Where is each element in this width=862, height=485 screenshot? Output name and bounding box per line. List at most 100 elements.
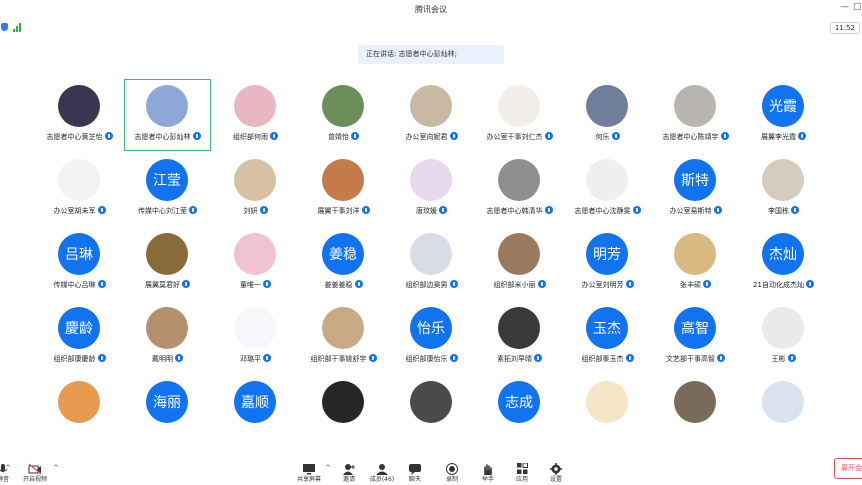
participant-name-text: 组织部康慶龄 [53, 355, 96, 363]
participant-name-text: 21自动化成杰灿 [753, 281, 804, 289]
participant-tile[interactable]: 展翼莫君好 [124, 227, 211, 299]
participant-name: 姜姜姜稳 [300, 280, 387, 290]
participant-tile[interactable]: 志愿者中心陈靖宇 [652, 79, 739, 151]
participant-tile[interactable]: 素拓刘早晴 [476, 301, 563, 373]
participant-tile[interactable] [388, 375, 475, 439]
participant-tile[interactable]: 唐玟媛 [388, 153, 475, 225]
share-screen-icon [302, 460, 316, 475]
participant-tile[interactable]: 光霞 展翼李光霞 [740, 79, 827, 151]
participant-tile[interactable]: 张丰硕 [652, 227, 739, 299]
network-signal-icon[interactable] [13, 23, 23, 32]
participant-tile[interactable]: 玉杰 组织部秦玉杰 [564, 301, 651, 373]
video-button[interactable]: 开启视频 [18, 456, 52, 485]
participant-tile[interactable]: 刘妍 [212, 153, 299, 225]
participant-name: 组织部秦玉杰 [564, 354, 651, 364]
participant-name: 志愿者中心彭灿林 [124, 132, 211, 142]
participant-tile[interactable]: 吕琳 传媒中心吕琳 [36, 227, 123, 299]
microphone-icon [263, 280, 271, 288]
maximize-button[interactable]: □ [853, 2, 862, 12]
participant-tile[interactable]: 海丽 [124, 375, 211, 439]
apps-button[interactable]: 应用 [505, 456, 539, 485]
invite-button[interactable]: 邀请 [332, 456, 366, 485]
microphone-icon [720, 132, 729, 140]
avatar: 明芳 [586, 233, 628, 275]
participant-tile[interactable]: 董唯一 [212, 227, 299, 299]
participant-tile[interactable]: 办公室向妮君 [388, 79, 475, 151]
participant-tile[interactable]: 姜稳 姜姜姜稳 [300, 227, 387, 299]
participant-tile[interactable]: 组织部干事姚舒宇 [300, 301, 387, 373]
participant-name-text: 刘妍 [243, 207, 258, 215]
participant-tile[interactable]: 曾婧怡 [300, 79, 387, 151]
avatar [586, 159, 628, 201]
microphone-icon [270, 132, 278, 140]
share-options-caret-icon[interactable]: ^ [325, 464, 331, 472]
avatar [322, 85, 364, 127]
microphone-icon [625, 354, 634, 362]
participant-tile[interactable]: 何乐 [564, 79, 651, 151]
participant-name-text: 办公室易斯特 [669, 207, 712, 215]
raise-hand-button[interactable]: 举手 [471, 456, 505, 485]
participant-tile[interactable]: 邓璐平 [212, 301, 299, 373]
microphone-icon [175, 354, 183, 362]
participant-tile[interactable] [740, 375, 827, 439]
participant-name-text: 办公室胡未军 [53, 207, 96, 215]
participant-tile[interactable]: 戴明明 [124, 301, 211, 373]
raise-hand-label: 举手 [481, 476, 494, 483]
avatar: 高智 [674, 307, 716, 349]
participant-tile[interactable]: 怡乐 组织部康怡乐 [388, 301, 475, 373]
participant-tile[interactable]: 李国栋 [740, 153, 827, 225]
participant-tile[interactable]: 志愿者中心彭灿林 [124, 79, 211, 151]
participant-tile[interactable]: 志愿者中心黄芝怡 [36, 79, 123, 151]
record-icon [445, 460, 459, 475]
avatar [586, 381, 628, 423]
participant-tile[interactable]: 慶龄组织部康慶龄 [36, 301, 123, 373]
members-button[interactable]: 成员(46) [365, 456, 399, 485]
participant-tile[interactable]: 组织部边昊男 [388, 227, 475, 299]
participant-name: 何乐 [564, 132, 651, 142]
participant-tile[interactable]: 办公室干事刘仁杰 [476, 79, 563, 151]
participant-name: 邓璐平 [212, 354, 299, 364]
mute-options-caret-icon[interactable]: ^ [5, 464, 11, 472]
participant-tile[interactable]: 志成 [476, 375, 563, 439]
minimize-button[interactable]: — [840, 2, 849, 12]
add-user-icon [342, 460, 356, 475]
video-options-caret-icon[interactable]: ^ [53, 464, 59, 472]
participant-tile[interactable]: 组织部米小丽 [476, 227, 563, 299]
participant-tile[interactable]: 明芳 办公室刘明芳 [564, 227, 651, 299]
participant-tile[interactable]: 杰灿 21自动化成杰灿 [740, 227, 827, 299]
participant-name-text: 何乐 [595, 133, 610, 141]
record-button[interactable]: 录制 [435, 456, 469, 485]
participant-name: 组织部米小丽 [476, 280, 563, 290]
participant-tile[interactable]: 办公室胡未军 [36, 153, 123, 225]
chat-button[interactable]: 聊天 [398, 456, 432, 485]
microphone-icon [189, 206, 197, 214]
avatar [762, 159, 804, 201]
video-off-icon [28, 460, 42, 475]
participant-tile[interactable] [300, 375, 387, 439]
avatar [146, 233, 188, 275]
participant-tile[interactable]: 志愿者中心韩清华 [476, 153, 563, 225]
security-shield-icon[interactable] [1, 23, 8, 31]
microphone-icon [182, 280, 190, 288]
members-label: 成员(46) [369, 476, 395, 483]
avatar: 慶龄 [58, 307, 100, 349]
participant-tile[interactable] [36, 375, 123, 439]
leave-meeting-button[interactable]: 离开会 [834, 458, 862, 479]
settings-button[interactable]: 设置 [539, 456, 573, 485]
participant-name: 展翼莫君好 [124, 280, 211, 290]
participant-tile[interactable]: 展翼干事刘洋 [300, 153, 387, 225]
participant-tile[interactable]: 斯特 办公室易斯特 [652, 153, 739, 225]
participant-tile[interactable]: 志愿者中心沈静雯 [564, 153, 651, 225]
participant-tile[interactable] [564, 375, 651, 439]
participant-tile[interactable] [652, 375, 739, 439]
participant-tile[interactable]: 江莹 传媒中心刘江莹 [124, 153, 211, 225]
participant-tile[interactable]: 组织部何雨 [212, 79, 299, 151]
share-screen-button[interactable]: 共享屏幕 [292, 456, 326, 485]
participant-tile[interactable]: 王彬 [740, 301, 827, 373]
participant-tile[interactable]: 高智 文艺部干事高智 [652, 301, 739, 373]
participant-tile[interactable]: 嘉顺 [212, 375, 299, 439]
participant-name-text: 办公室向妮君 [405, 133, 448, 141]
microphone-icon [263, 354, 271, 362]
share-screen-label: 共享屏幕 [296, 476, 321, 483]
avatar [146, 307, 188, 349]
